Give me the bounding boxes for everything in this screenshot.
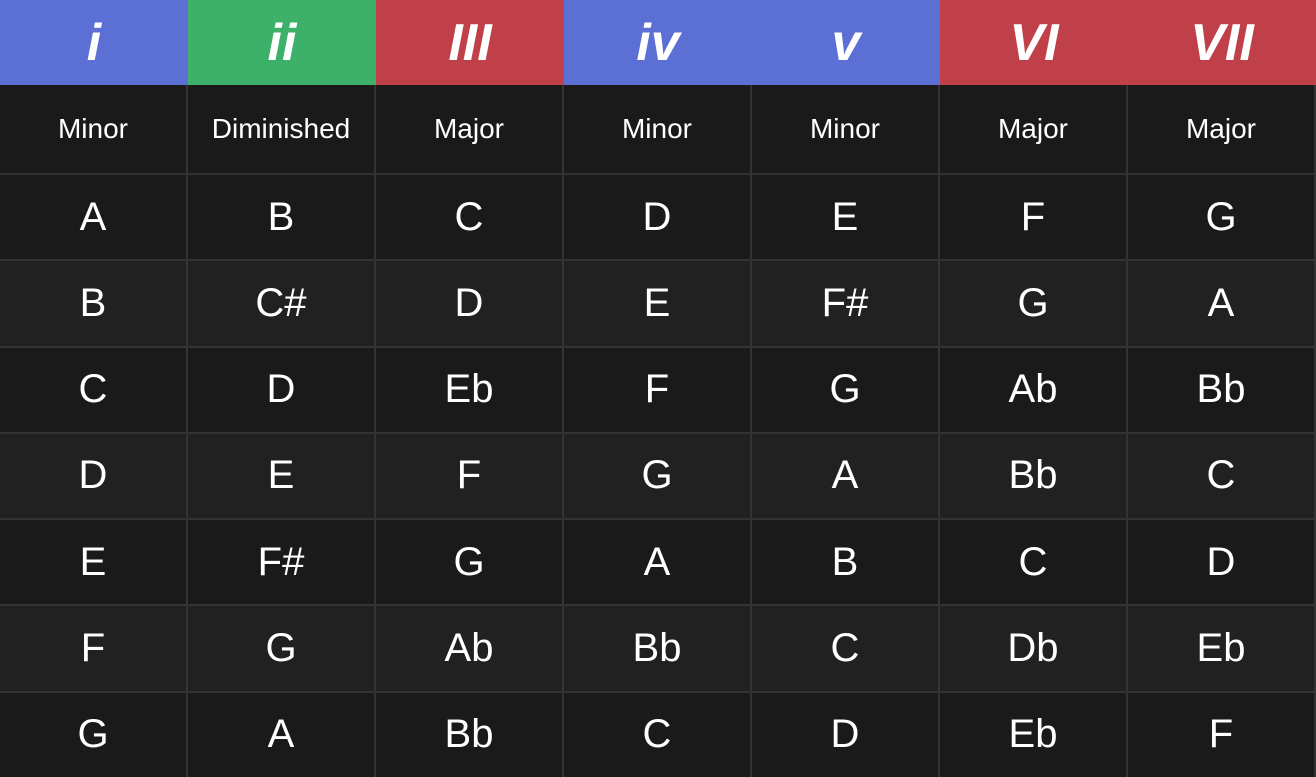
- data-cell-1-0: B: [0, 261, 188, 345]
- data-cell-0-1: B: [188, 175, 376, 259]
- data-cell-5-5: Db: [940, 606, 1128, 690]
- table-row: CDEbFGAbBb: [0, 348, 1316, 434]
- data-cell-5-2: Ab: [376, 606, 564, 690]
- header-cell-2: III: [376, 0, 564, 85]
- data-cell-3-1: E: [188, 434, 376, 518]
- data-cell-2-0: C: [0, 348, 188, 432]
- data-cell-6-5: Eb: [940, 693, 1128, 777]
- data-cell-2-5: Ab: [940, 348, 1128, 432]
- data-cell-1-5: G: [940, 261, 1128, 345]
- data-cell-0-6: G: [1128, 175, 1316, 259]
- table-row: EF#GABCD: [0, 520, 1316, 606]
- data-cell-0-2: C: [376, 175, 564, 259]
- data-cell-2-1: D: [188, 348, 376, 432]
- data-cell-0-4: E: [752, 175, 940, 259]
- data-cell-2-2: Eb: [376, 348, 564, 432]
- data-cell-4-6: D: [1128, 520, 1316, 604]
- header-cell-3: iv: [564, 0, 752, 85]
- data-cell-6-2: Bb: [376, 693, 564, 777]
- header-cell-6: VII: [1128, 0, 1316, 85]
- data-cell-1-4: F#: [752, 261, 940, 345]
- data-cell-1-3: E: [564, 261, 752, 345]
- subheader-cell-2: Major: [376, 85, 564, 173]
- header-row: iiiIIIivvVIVII: [0, 0, 1316, 85]
- data-cell-5-4: C: [752, 606, 940, 690]
- data-cell-5-3: Bb: [564, 606, 752, 690]
- subheader-cell-3: Minor: [564, 85, 752, 173]
- subheader-cell-0: Minor: [0, 85, 188, 173]
- data-cell-1-6: A: [1128, 261, 1316, 345]
- table-row: DEFGABbC: [0, 434, 1316, 520]
- data-cell-4-4: B: [752, 520, 940, 604]
- table-row: ABCDEFG: [0, 175, 1316, 261]
- data-cell-0-3: D: [564, 175, 752, 259]
- data-cell-5-1: G: [188, 606, 376, 690]
- table-row: BC#DEF#GA: [0, 261, 1316, 347]
- data-cell-3-6: C: [1128, 434, 1316, 518]
- data-cell-6-0: G: [0, 693, 188, 777]
- table-row: GABbCDEbF: [0, 693, 1316, 777]
- data-cell-4-1: F#: [188, 520, 376, 604]
- subheader-cell-5: Major: [940, 85, 1128, 173]
- table-row: FGAbBbCDbEb: [0, 606, 1316, 692]
- data-cell-4-3: A: [564, 520, 752, 604]
- subheader-row: MinorDiminishedMajorMinorMinorMajorMajor: [0, 85, 1316, 175]
- data-cell-5-0: F: [0, 606, 188, 690]
- data-cell-4-5: C: [940, 520, 1128, 604]
- data-cell-2-3: F: [564, 348, 752, 432]
- data-cell-3-3: G: [564, 434, 752, 518]
- data-cell-1-2: D: [376, 261, 564, 345]
- data-cell-3-0: D: [0, 434, 188, 518]
- header-cell-5: VI: [940, 0, 1128, 85]
- data-cell-6-6: F: [1128, 693, 1316, 777]
- data-cell-0-5: F: [940, 175, 1128, 259]
- header-cell-4: v: [752, 0, 940, 85]
- data-rows: ABCDEFGBC#DEF#GACDEbFGAbBbDEFGABbCEF#GAB…: [0, 175, 1316, 777]
- subheader-cell-4: Minor: [752, 85, 940, 173]
- data-cell-6-1: A: [188, 693, 376, 777]
- data-cell-2-6: Bb: [1128, 348, 1316, 432]
- data-cell-6-4: D: [752, 693, 940, 777]
- data-cell-0-0: A: [0, 175, 188, 259]
- subheader-cell-1: Diminished: [188, 85, 376, 173]
- data-cell-3-5: Bb: [940, 434, 1128, 518]
- data-cell-3-2: F: [376, 434, 564, 518]
- data-cell-3-4: A: [752, 434, 940, 518]
- subheader-cell-6: Major: [1128, 85, 1316, 173]
- data-cell-4-0: E: [0, 520, 188, 604]
- data-cell-4-2: G: [376, 520, 564, 604]
- data-cell-2-4: G: [752, 348, 940, 432]
- data-cell-1-1: C#: [188, 261, 376, 345]
- header-cell-0: i: [0, 0, 188, 85]
- header-cell-1: ii: [188, 0, 376, 85]
- data-cell-5-6: Eb: [1128, 606, 1316, 690]
- data-cell-6-3: C: [564, 693, 752, 777]
- chord-table: iiiIIIivvVIVII MinorDiminishedMajorMinor…: [0, 0, 1316, 777]
